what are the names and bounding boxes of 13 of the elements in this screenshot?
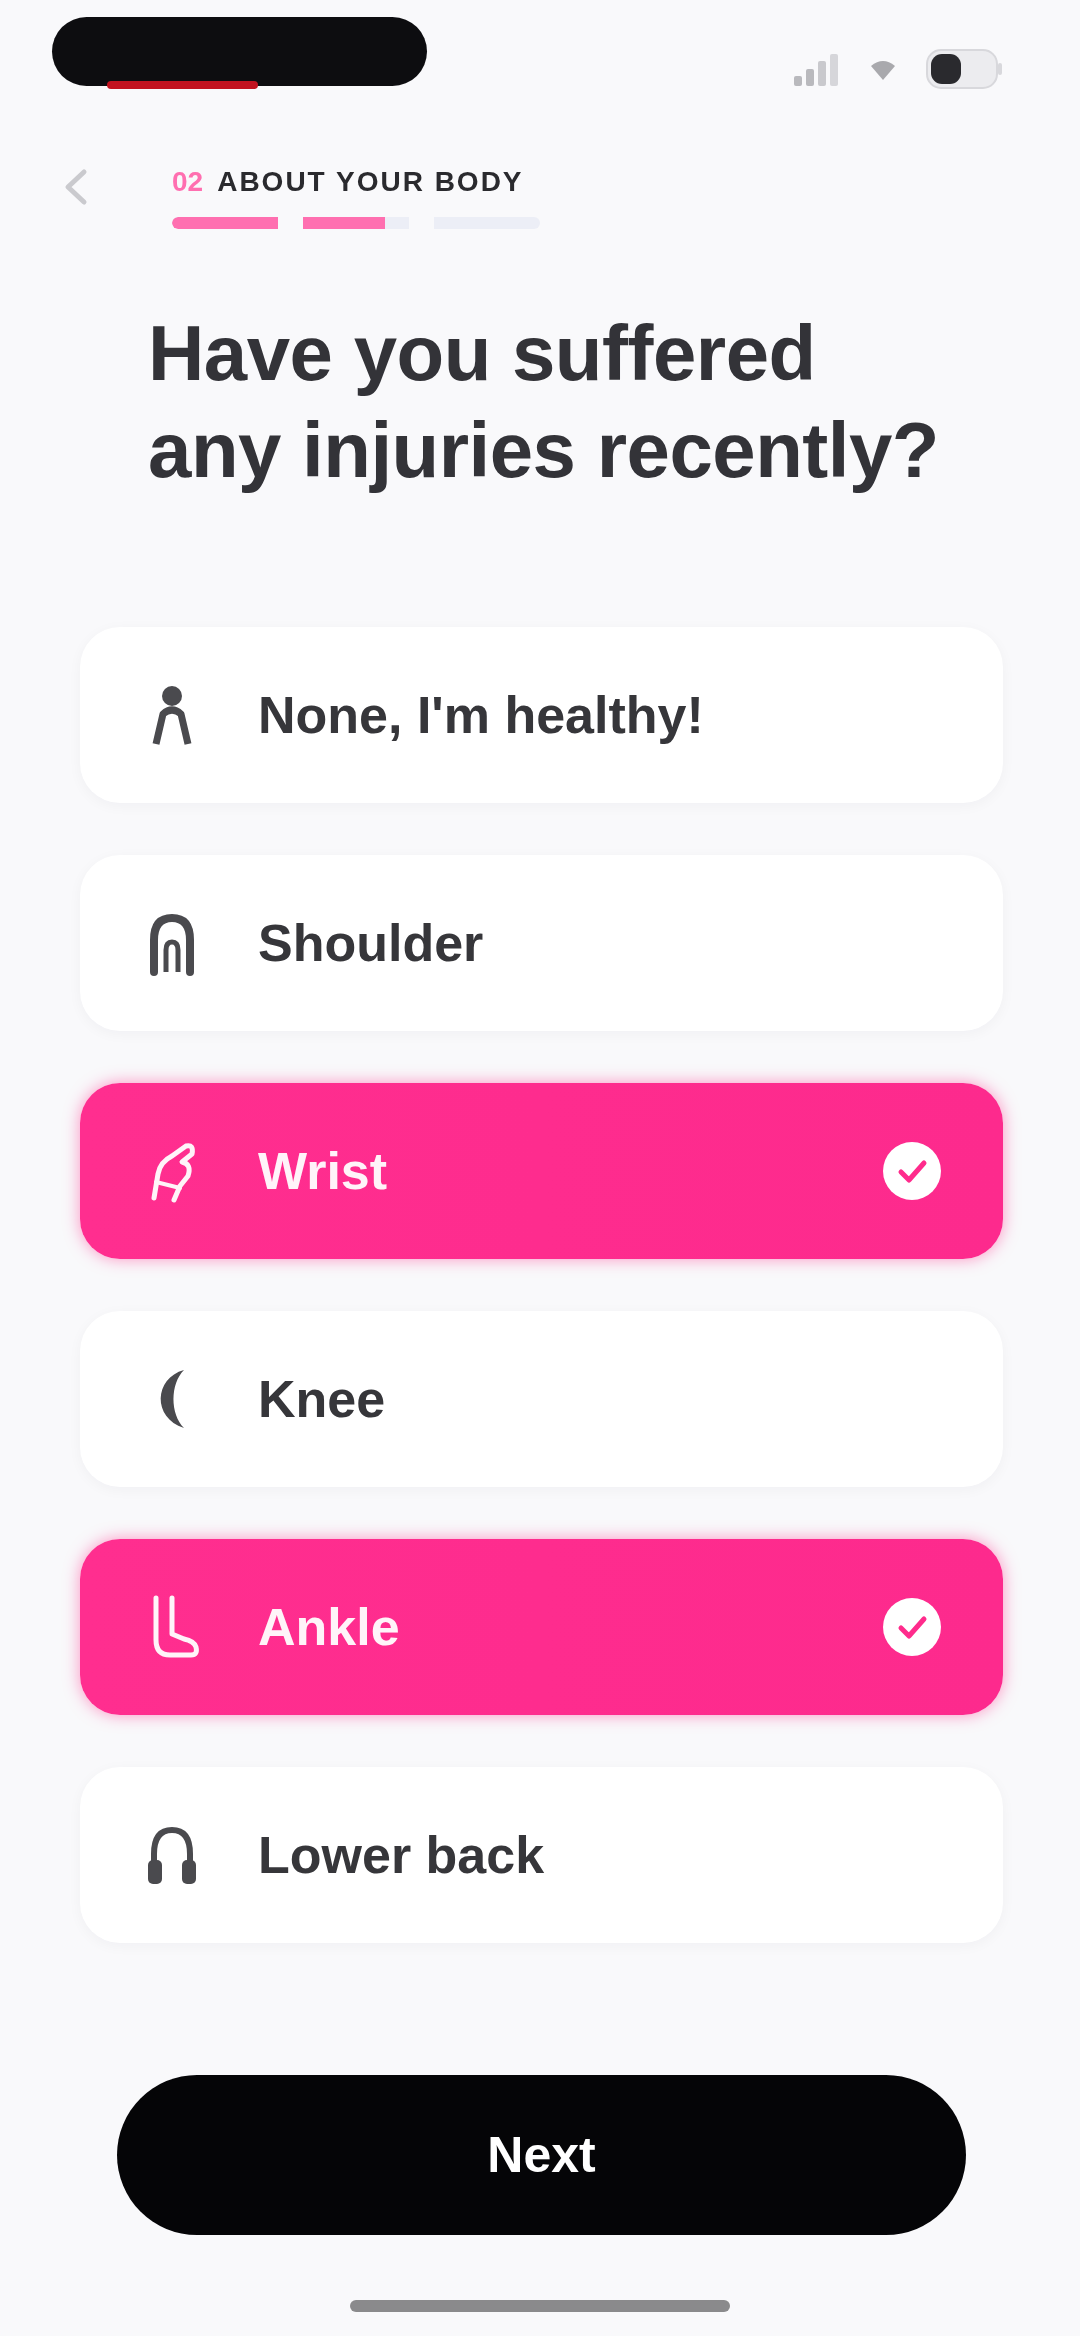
step-number: 02	[172, 166, 204, 198]
injury-option[interactable]: Shoulder	[80, 855, 1003, 1031]
injury-option[interactable]: Lower back	[80, 1767, 1003, 1943]
wifi-icon	[870, 58, 896, 80]
step-title: ABOUT YOUR BODY	[217, 166, 524, 198]
question-heading: Have you suffered any injuries recently?	[148, 308, 939, 496]
signal-icon	[794, 52, 840, 86]
injury-option[interactable]: Knee	[80, 1311, 1003, 1487]
injury-option[interactable]: None, I'm healthy!	[80, 627, 1003, 803]
next-button[interactable]: Next	[117, 2075, 966, 2235]
check-icon	[883, 1142, 941, 1200]
battery-icon	[926, 49, 1002, 89]
check-icon	[883, 1598, 941, 1656]
